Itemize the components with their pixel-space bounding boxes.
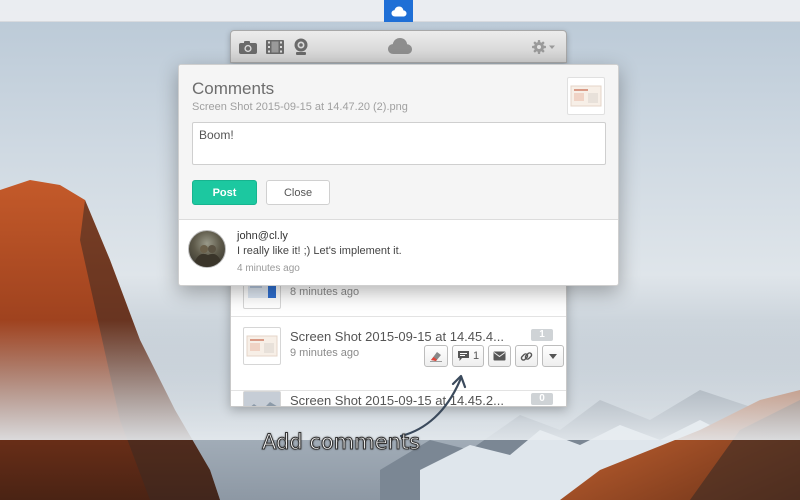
comment-time: 4 minutes ago	[237, 263, 300, 274]
comments-popover: Comments Screen Shot 2015-09-15 at 14.47…	[178, 64, 619, 286]
comment-count-badge: 1	[531, 329, 553, 341]
webcam-button[interactable]	[290, 37, 312, 57]
image-thumbnail-icon	[244, 392, 280, 406]
menubar-cloudapp-item[interactable]	[384, 0, 413, 22]
comments-count: 1	[473, 350, 480, 362]
popup-title: Comments	[192, 79, 275, 98]
cloud-icon	[391, 6, 406, 16]
shot-thumbnail	[567, 77, 605, 115]
menubar	[0, 0, 800, 22]
webcam-icon	[294, 38, 308, 55]
capture-toolbar	[230, 30, 567, 63]
shot-title: Screen Shot 2015-09-15 at 14.45.4...	[290, 329, 504, 344]
comment-icon	[458, 351, 469, 361]
more-actions-button[interactable]	[542, 345, 565, 367]
comment-text: I really like it! ;) Let's implement it.	[237, 245, 402, 257]
user-photo-icon	[195, 245, 221, 267]
screenshot-button[interactable]	[237, 37, 259, 57]
camera-icon	[239, 40, 257, 54]
chevron-down-icon	[549, 45, 555, 49]
screencast-button[interactable]	[264, 37, 286, 57]
comment-author: john@cl.ly	[237, 230, 288, 242]
image-thumbnail-icon	[246, 335, 278, 357]
shot-thumbnail	[243, 327, 281, 365]
eraser-icon	[430, 352, 442, 362]
shot-time: 8 minutes ago	[290, 286, 360, 298]
delete-button[interactable]	[424, 345, 448, 367]
post-button[interactable]: Post	[192, 180, 257, 205]
annotation-label: Add comments	[261, 430, 421, 455]
email-button[interactable]	[488, 345, 512, 367]
comment-input[interactable]: Boom!	[192, 122, 606, 165]
shot-time: 9 minutes ago	[290, 347, 360, 359]
image-thumbnail-icon	[570, 85, 602, 107]
link-icon	[520, 351, 533, 361]
avatar	[188, 230, 226, 268]
cloud-icon	[388, 38, 412, 54]
shot-thumbnail	[243, 391, 281, 406]
comments-button[interactable]: 1	[452, 345, 485, 367]
close-button[interactable]: Close	[266, 180, 330, 205]
settings-menu-button[interactable]	[531, 39, 557, 55]
copy-link-button[interactable]	[515, 345, 539, 367]
film-icon	[266, 40, 284, 54]
shot-filename: Screen Shot 2015-09-15 at 14.47.20 (2).p…	[192, 101, 408, 113]
cloudapp-logo	[387, 37, 413, 57]
comment-count-badge: 0	[531, 393, 553, 405]
gear-icon	[532, 40, 555, 54]
envelope-icon	[493, 351, 506, 361]
chevron-down-icon	[549, 354, 558, 359]
shot-actions: 1	[424, 345, 565, 367]
